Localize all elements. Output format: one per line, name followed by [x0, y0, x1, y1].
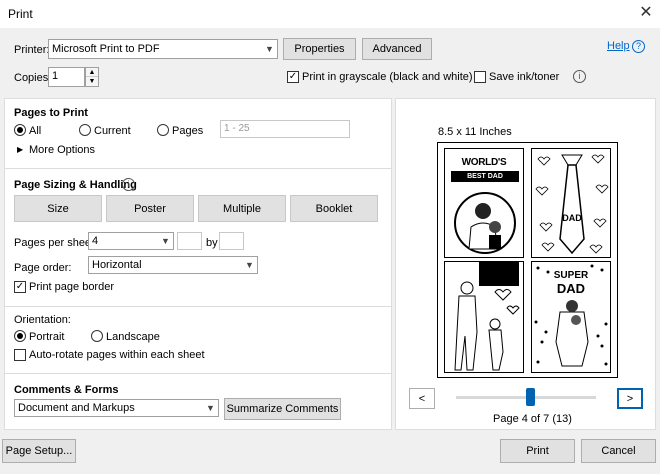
page-range-input[interactable]: 1 - 25 [220, 120, 350, 138]
all-label: All [29, 125, 42, 137]
preview-cell-walking [444, 261, 524, 373]
more-options-link[interactable]: More Options [29, 144, 95, 156]
close-icon[interactable]: ✕ [636, 3, 656, 23]
page-preview: WORLD'S BEST DAD DAD SUPER DAD [437, 142, 618, 378]
print-button[interactable]: Print [500, 439, 575, 463]
pages-per-sheet-select[interactable]: 4 ▼ [88, 232, 174, 250]
comments-title: Comments & Forms [14, 384, 119, 396]
super-text: SUPER [553, 270, 589, 281]
printer-label: Printer: [14, 44, 50, 56]
current-radio[interactable] [79, 124, 91, 136]
page-indicator: Page 4 of 7 (13) [493, 413, 572, 425]
printer-value: Microsoft Print to PDF [52, 43, 160, 55]
divider [5, 373, 391, 374]
portrait-label: Portrait [29, 331, 65, 343]
tab-multiple[interactable]: Multiple [198, 195, 286, 222]
rows-input[interactable] [219, 232, 244, 250]
preview-cell-tie-dad: DAD [531, 148, 611, 258]
walking-illustration [454, 281, 520, 371]
landscape-radio[interactable] [91, 330, 103, 342]
pages-per-sheet-label: Pages per sheet: [14, 237, 98, 249]
copies-input[interactable]: 1 [48, 67, 85, 87]
pages-radio[interactable] [157, 124, 169, 136]
chevron-down-icon: ▼ [245, 260, 254, 270]
chevron-down-icon: ▼ [161, 236, 170, 246]
pages-title: Pages to Print [14, 107, 88, 119]
stepper-up-icon[interactable]: ▲ [86, 68, 98, 77]
print-border-checkbox[interactable]: ✓ [14, 281, 26, 293]
page-order-value: Horizontal [92, 259, 142, 271]
window-title: Print [8, 7, 33, 21]
pages-label: Pages [172, 125, 204, 137]
preview-cell-worlds-best-dad: WORLD'S BEST DAD [444, 148, 524, 258]
paper-size-label: 8.5 x 11 Inches [438, 126, 512, 138]
summarize-comments-button[interactable]: Summarize Comments [224, 398, 341, 420]
chevron-down-icon: ▼ [206, 403, 215, 413]
stepper-down-icon[interactable]: ▼ [86, 77, 98, 86]
current-label: Current [94, 125, 131, 137]
hearts-pattern [535, 154, 609, 255]
comments-select[interactable]: Document and Markups ▼ [14, 399, 219, 417]
advanced-button[interactable]: Advanced [362, 38, 432, 60]
divider [5, 306, 391, 307]
landscape-label: Landscape [106, 331, 160, 343]
page-order-select[interactable]: Horizontal ▼ [88, 256, 258, 274]
worlds-text: WORLD'S [461, 157, 507, 168]
pages-per-sheet-value: 4 [92, 235, 99, 247]
comments-value: Document and Markups [18, 402, 135, 414]
previous-page-button[interactable]: < [409, 388, 435, 409]
sizing-title: Page Sizing & Handling [14, 179, 137, 191]
printer-select[interactable]: Microsoft Print to PDF ▼ [48, 39, 278, 59]
father-son-illustration [454, 192, 516, 254]
info-icon[interactable]: i [122, 178, 135, 191]
page-slider-thumb[interactable] [526, 388, 536, 406]
save-ink-checkbox[interactable] [474, 71, 486, 83]
copies-stepper[interactable]: ▲ ▼ [85, 67, 99, 87]
preview-cell-super-dad: SUPER DAD [531, 261, 611, 373]
info-icon[interactable]: i [573, 70, 586, 83]
chevron-down-icon: ▼ [265, 44, 274, 54]
divider [5, 168, 391, 169]
properties-button[interactable]: Properties [283, 38, 356, 60]
tab-poster[interactable]: Poster [106, 195, 194, 222]
next-page-button[interactable]: > [617, 388, 643, 409]
copies-label: Copies: [14, 72, 52, 84]
dad-text: DAD [556, 281, 586, 296]
autorotate-checkbox[interactable] [14, 349, 26, 361]
tab-booklet[interactable]: Booklet [290, 195, 378, 222]
cancel-button[interactable]: Cancel [581, 439, 656, 463]
portrait-radio[interactable] [14, 330, 26, 342]
page-setup-button[interactable]: Page Setup... [2, 439, 76, 463]
help-link[interactable]: Help [607, 40, 630, 52]
expand-arrow-icon[interactable]: ▶ [17, 145, 23, 154]
save-ink-label: Save ink/toner [489, 71, 560, 83]
orientation-title: Orientation: [14, 314, 71, 326]
autorotate-label: Auto-rotate pages within each sheet [29, 349, 205, 361]
grayscale-checkbox[interactable]: ✓ [287, 71, 299, 83]
all-radio[interactable] [14, 124, 26, 136]
by-label: by [206, 237, 218, 249]
title-bar [0, 0, 660, 28]
grayscale-label: Print in grayscale (black and white) [302, 71, 473, 83]
help-icon[interactable]: ? [632, 40, 645, 53]
best-dad-banner: BEST DAD [451, 171, 519, 182]
dad-text: DAD [562, 213, 582, 223]
page-order-label: Page order: [14, 262, 72, 274]
tab-size[interactable]: Size [14, 195, 102, 222]
columns-input[interactable] [177, 232, 202, 250]
print-border-label: Print page border [29, 281, 114, 293]
